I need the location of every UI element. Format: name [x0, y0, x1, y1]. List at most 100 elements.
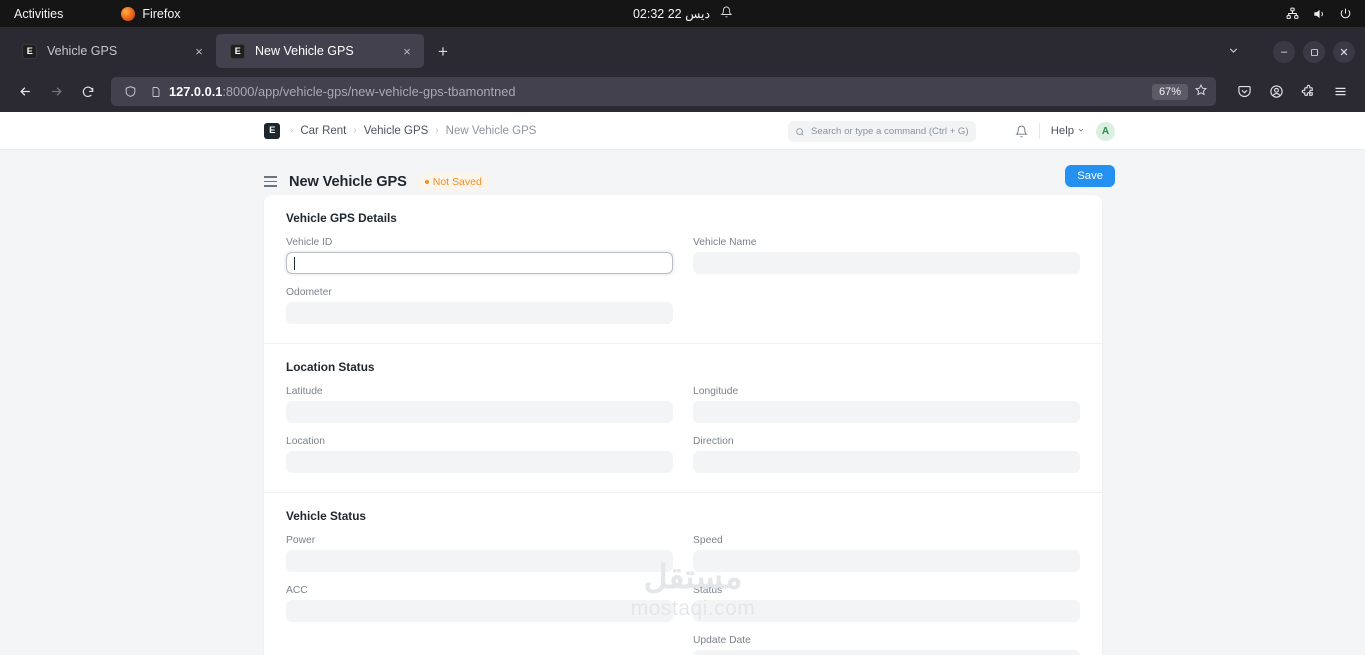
- breadcrumb-item-new-vehicle-gps: New Vehicle GPS: [446, 125, 537, 137]
- field-longitude: Longitude: [693, 386, 1080, 423]
- toolbar-right-icons: [1224, 77, 1355, 106]
- list-all-tabs-icon[interactable]: [1227, 44, 1240, 60]
- notifications-icon[interactable]: [1015, 125, 1028, 138]
- field-direction: Direction: [693, 436, 1080, 473]
- power-input[interactable]: [286, 550, 673, 572]
- tab-favicon: E: [230, 44, 245, 59]
- vehicle-name-input[interactable]: [693, 252, 1080, 274]
- tab-close-icon[interactable]: ×: [398, 44, 416, 59]
- active-app-label: Firefox: [142, 7, 180, 21]
- system-status-icons[interactable]: [1286, 7, 1352, 21]
- field-label: Update Date: [693, 635, 1080, 646]
- field-latitude: Latitude: [286, 386, 673, 423]
- location-input[interactable]: [286, 451, 673, 473]
- field-vehicle-name: Vehicle Name: [693, 237, 1080, 274]
- browser-tab-2[interactable]: E New Vehicle GPS ×: [216, 34, 424, 68]
- web-page-viewport: E › Car Rent › Vehicle GPS › New Vehicle…: [0, 112, 1365, 655]
- field-label: Status: [693, 585, 1080, 596]
- field-column-right: Longitude Direction: [693, 386, 1080, 486]
- field-speed: Speed: [693, 535, 1080, 572]
- url-host: 127.0.0.1: [169, 84, 222, 99]
- breadcrumb-separator: ›: [353, 125, 356, 136]
- back-button[interactable]: [10, 76, 41, 107]
- tab-strip: E Vehicle GPS × E New Vehicle GPS × + – …: [0, 27, 1365, 71]
- field-odometer: Odometer: [286, 287, 673, 324]
- system-clock[interactable]: 02:32 22 ديس: [633, 6, 732, 21]
- page-title: New Vehicle GPS: [289, 174, 407, 190]
- close-button[interactable]: ✕: [1333, 41, 1355, 63]
- breadcrumb-item-car-rent[interactable]: Car Rent: [300, 125, 346, 137]
- field-label: ACC: [286, 585, 673, 596]
- update-date-input[interactable]: [693, 650, 1080, 655]
- field-label: Speed: [693, 535, 1080, 546]
- account-icon[interactable]: [1262, 77, 1291, 106]
- field-grid: Latitude Location Longitude Direction: [286, 386, 1080, 486]
- minimize-button[interactable]: –: [1273, 41, 1295, 63]
- power-icon[interactable]: [1339, 7, 1352, 20]
- firefox-icon: [121, 7, 135, 21]
- help-label: Help: [1051, 125, 1074, 137]
- bookmark-star-icon[interactable]: [1194, 83, 1208, 100]
- status-dot-icon: [425, 180, 429, 184]
- status-input[interactable]: [693, 600, 1080, 622]
- activities-button[interactable]: Activities: [14, 7, 63, 21]
- latitude-input[interactable]: [286, 401, 673, 423]
- field-label: Vehicle ID: [286, 237, 673, 248]
- pocket-icon[interactable]: [1230, 77, 1259, 106]
- page-info-icon[interactable]: [143, 86, 169, 98]
- browser-chrome: E Vehicle GPS × E New Vehicle GPS × + – …: [0, 27, 1365, 112]
- longitude-input[interactable]: [693, 401, 1080, 423]
- maximize-button[interactable]: [1303, 41, 1325, 63]
- url-path: :8000/app/vehicle-gps/new-vehicle-gps-tb…: [222, 84, 515, 99]
- app-menu-icon[interactable]: [1326, 77, 1355, 106]
- forward-button[interactable]: [41, 76, 72, 107]
- url-bar[interactable]: 127.0.0.1:8000/app/vehicle-gps/new-vehic…: [111, 77, 1216, 106]
- field-column-left: Latitude Location: [286, 386, 673, 486]
- tab-favicon: E: [22, 44, 37, 59]
- direction-input[interactable]: [693, 451, 1080, 473]
- chevron-down-icon: [1077, 125, 1085, 137]
- shield-icon[interactable]: [117, 85, 143, 98]
- search-input[interactable]: Search or type a command (Ctrl + G): [788, 121, 976, 142]
- help-dropdown[interactable]: Help: [1051, 125, 1085, 137]
- field-grid: Power ACC Speed Status: [286, 535, 1080, 655]
- speed-input[interactable]: [693, 550, 1080, 572]
- field-acc: ACC: [286, 585, 673, 622]
- new-tab-button[interactable]: +: [428, 37, 458, 67]
- active-app-indicator[interactable]: Firefox: [121, 7, 180, 21]
- app-navbar: E › Car Rent › Vehicle GPS › New Vehicle…: [0, 112, 1365, 150]
- field-label: Longitude: [693, 386, 1080, 397]
- vehicle-id-input[interactable]: [286, 252, 673, 274]
- field-vehicle-id: Vehicle ID: [286, 237, 673, 274]
- url-text[interactable]: 127.0.0.1:8000/app/vehicle-gps/new-vehic…: [169, 84, 1152, 99]
- browser-tab-1[interactable]: E Vehicle GPS ×: [8, 34, 216, 68]
- breadcrumb-item-vehicle-gps[interactable]: Vehicle GPS: [364, 125, 429, 137]
- field-location: Location: [286, 436, 673, 473]
- notifications-bell-icon[interactable]: [720, 6, 732, 21]
- tab-close-icon[interactable]: ×: [190, 44, 208, 59]
- app-logo-icon[interactable]: E: [264, 123, 280, 139]
- section-vehicle-status: Vehicle Status Power ACC Speed: [264, 492, 1102, 655]
- breadcrumb: › Car Rent › Vehicle GPS › New Vehicle G…: [290, 125, 536, 137]
- reload-button[interactable]: [72, 76, 103, 107]
- zoom-level-badge[interactable]: 67%: [1152, 84, 1188, 100]
- volume-icon[interactable]: [1312, 7, 1326, 21]
- status-badge: Not Saved: [418, 174, 489, 190]
- navbar-right-actions: Help A: [1015, 112, 1115, 150]
- search-icon: [795, 127, 805, 137]
- field-power: Power: [286, 535, 673, 572]
- network-icon[interactable]: [1286, 7, 1299, 20]
- window-controls: – ✕: [1273, 41, 1355, 63]
- section-title: Vehicle GPS Details: [286, 211, 1080, 225]
- clock-label: 02:32 22 ديس: [633, 6, 710, 21]
- text-caret: [294, 257, 295, 270]
- field-status: Status: [693, 585, 1080, 622]
- odometer-input[interactable]: [286, 302, 673, 324]
- save-button[interactable]: Save: [1065, 165, 1115, 187]
- field-grid: Vehicle ID Odometer Vehicle Name: [286, 237, 1080, 337]
- sidebar-toggle-icon[interactable]: [264, 176, 277, 186]
- extensions-icon[interactable]: [1294, 77, 1323, 106]
- acc-input[interactable]: [286, 600, 673, 622]
- avatar[interactable]: A: [1096, 122, 1115, 141]
- tab-title: New Vehicle GPS: [255, 44, 398, 58]
